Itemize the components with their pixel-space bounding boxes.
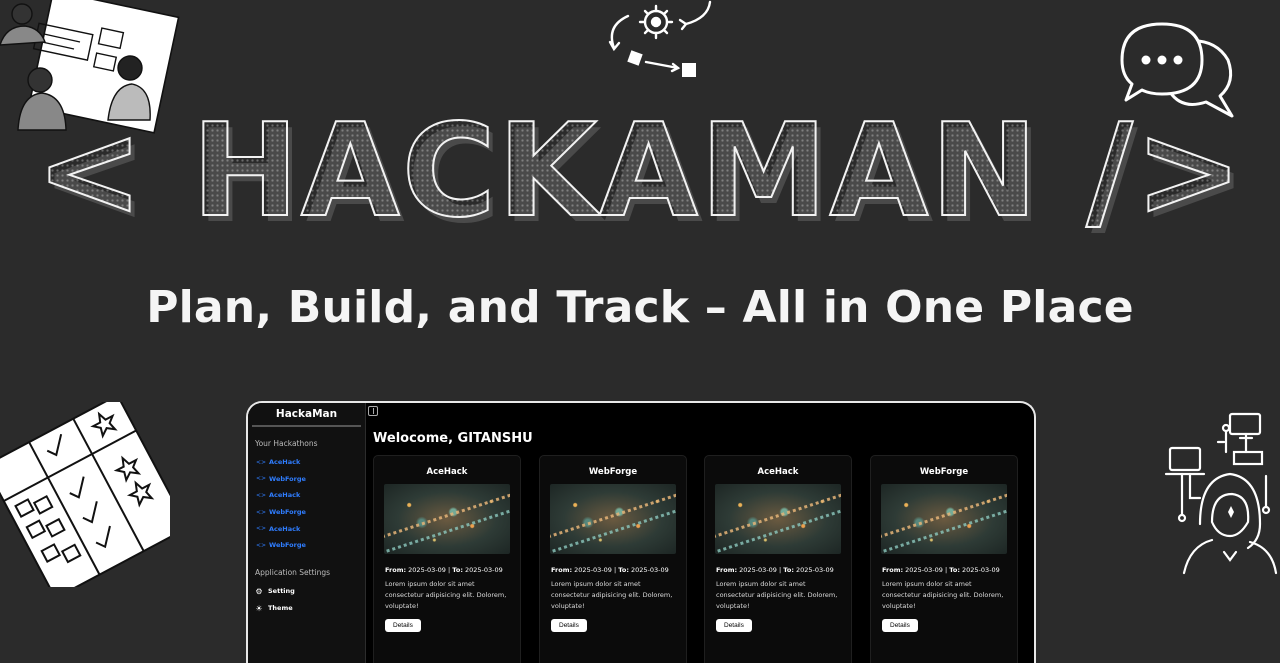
details-button[interactable]: Details [551, 619, 587, 632]
code-icon: <> [256, 491, 267, 499]
code-icon: <> [256, 458, 267, 466]
sun-icon: ☀ [255, 603, 263, 613]
sidebar-item-webforge[interactable]: <> WebForge [256, 537, 365, 554]
dna-image [881, 484, 1007, 554]
hacker-network-illustration [1160, 408, 1280, 578]
settings-heading: Application Settings [255, 567, 331, 577]
dna-image [715, 484, 841, 554]
code-icon: <> [256, 475, 267, 483]
sidebar: HackaMan Your Hackathons <> AceHack <> W… [248, 403, 366, 663]
brand-title: HackaMan [252, 403, 361, 427]
app-preview-window: HackaMan Your Hackathons <> AceHack <> W… [246, 401, 1036, 663]
details-button[interactable]: Details [882, 619, 918, 632]
hackathon-card: WebForge From: 2025-03-09 | To: 2025-03-… [539, 455, 687, 663]
sidebar-item-label: Setting [268, 587, 295, 596]
workflow-gear-icon [598, 0, 718, 82]
dna-image [550, 484, 676, 554]
card-dates: From: 2025-03-09 | To: 2025-03-09 [385, 566, 503, 574]
card-dates: From: 2025-03-09 | To: 2025-03-09 [882, 566, 1000, 574]
sidebar-item-label: AceHack [269, 491, 301, 500]
hackathon-card: AceHack From: 2025-03-09 | To: 2025-03-0… [373, 455, 521, 663]
sidebar-toggle-icon[interactable] [368, 406, 378, 416]
logo-texture: < HACKAMAN /> [0, 108, 1280, 236]
card-title: WebForge [588, 467, 638, 477]
code-icon: <> [256, 525, 267, 533]
dna-image [384, 484, 510, 554]
card-description: Lorem ipsum dolor sit amet consectetur a… [385, 580, 507, 610]
card-description: Lorem ipsum dolor sit amet consectetur a… [882, 580, 1004, 610]
details-button[interactable]: Details [385, 619, 421, 632]
checklist-board-illustration [0, 402, 170, 587]
sidebar-item-acehack[interactable]: <> AceHack [256, 454, 365, 471]
card-title: WebForge [919, 467, 969, 477]
card-dates: From: 2025-03-09 | To: 2025-03-09 [551, 566, 669, 574]
sidebar-item-label: AceHack [269, 524, 301, 533]
sidebar-item-label: AceHack [269, 458, 301, 467]
hackathon-card: WebForge From: 2025-03-09 | To: 2025-03-… [870, 455, 1018, 663]
details-button[interactable]: Details [716, 619, 752, 632]
gear-icon: ⚙ [255, 586, 263, 596]
sidebar-item-theme[interactable]: ☀ Theme [255, 600, 365, 617]
sidebar-item-label: WebForge [269, 508, 306, 517]
sidebar-item-acehack[interactable]: <> AceHack [256, 520, 365, 537]
sidebar-item-label: WebForge [269, 541, 306, 550]
code-icon: <> [256, 508, 267, 516]
sidebar-item-webforge[interactable]: <> WebForge [256, 504, 365, 521]
welcome-heading: Welocome, GITANSHU [373, 431, 533, 446]
sidebar-item-webforge[interactable]: <> WebForge [256, 471, 365, 488]
code-icon: <> [256, 541, 267, 549]
sidebar-item-label: Theme [268, 604, 293, 613]
sidebar-item-acehack[interactable]: <> AceHack [256, 487, 365, 504]
tagline: Plan, Build, and Track – All in One Plac… [146, 282, 1134, 333]
hackathon-card: AceHack From: 2025-03-09 | To: 2025-03-0… [704, 455, 852, 663]
sidebar-item-label: WebForge [269, 474, 306, 483]
card-description: Lorem ipsum dolor sit amet consectetur a… [716, 580, 838, 610]
sidebar-item-setting[interactable]: ⚙ Setting [255, 583, 365, 600]
hackathons-heading: Your Hackathons [255, 439, 318, 448]
card-description: Lorem ipsum dolor sit amet consectetur a… [551, 580, 673, 610]
card-title: AceHack [426, 467, 468, 477]
card-dates: From: 2025-03-09 | To: 2025-03-09 [716, 566, 834, 574]
card-title: AceHack [757, 467, 799, 477]
